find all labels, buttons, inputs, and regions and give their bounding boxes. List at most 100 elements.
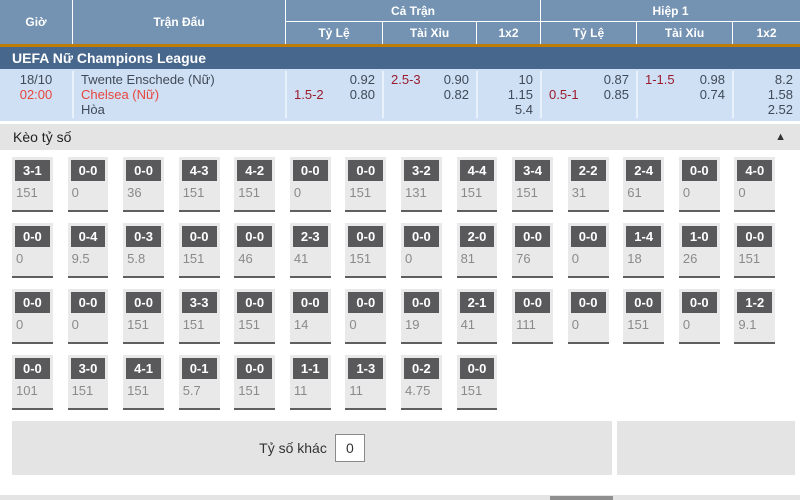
score-odds-cell[interactable]: 0-00 (12, 223, 53, 278)
score-odds-cell[interactable]: 3-1151 (12, 157, 53, 212)
league-row[interactable]: UEFA Nữ Champions League (0, 47, 800, 69)
scrollbar-thumb[interactable] (550, 496, 613, 500)
half-handicap-away-odds[interactable]: 0.85 (604, 87, 629, 102)
score-odds-cell[interactable]: 0-49.5 (68, 223, 109, 278)
score-odds-cell[interactable]: 0-036 (123, 157, 164, 212)
score-odds-cell[interactable]: 0-0151 (623, 289, 664, 344)
score-label: 0-0 (404, 292, 439, 313)
score-odds-cell[interactable]: 3-4151 (512, 157, 553, 212)
score-odds-cell[interactable]: 0-00 (679, 289, 720, 344)
score-label: 2-4 (626, 160, 661, 181)
half-1x2-home[interactable]: 8.2 (741, 72, 793, 87)
score-odds-cell[interactable]: 0-0151 (234, 355, 275, 410)
score-odds-cell[interactable]: 2-081 (457, 223, 498, 278)
score-odds-cell[interactable]: 0-0151 (457, 355, 498, 410)
score-row: 3-1151 0-00 0-036 4-3151 4-2151 0-00 0-0151 3-2… (12, 157, 790, 212)
score-odds-cell[interactable]: 0-35.8 (123, 223, 164, 278)
score-odds-cell[interactable]: 0-0151 (179, 223, 220, 278)
score-odds-cell[interactable]: 0-014 (290, 289, 331, 344)
score-odds-cell[interactable]: 3-2131 (401, 157, 442, 212)
score-odds-cell[interactable]: 2-461 (623, 157, 664, 212)
score-cell-slot: 3-0151 (68, 355, 124, 410)
score-odds-cell[interactable]: 0-0151 (123, 289, 164, 344)
home-team[interactable]: Twente Enschede (Nữ) (81, 72, 278, 87)
score-cell-slot: 2-461 (623, 157, 679, 212)
score-odds-cell[interactable]: 1-29.1 (734, 289, 775, 344)
score-odds-cell[interactable]: 0-00 (68, 157, 109, 212)
score-odds-cell[interactable]: 0-046 (234, 223, 275, 278)
col-header-full-1x2: 1x2 (476, 22, 540, 44)
full-over-odds[interactable]: 0.90 (444, 72, 469, 87)
score-odds-cell[interactable]: 1-026 (679, 223, 720, 278)
score-odds-cell[interactable]: 0-00 (679, 157, 720, 212)
score-odds-cell[interactable]: 0-00 (68, 289, 109, 344)
score-odds-cell[interactable]: 1-418 (623, 223, 664, 278)
half-under-odds[interactable]: 0.74 (700, 87, 725, 102)
col-header-half-overunder: Tài Xỉu (636, 22, 732, 44)
score-odds-cell[interactable]: 1-311 (345, 355, 386, 410)
score-odds-cell[interactable]: 4-1151 (123, 355, 164, 410)
score-label: 4-4 (460, 160, 495, 181)
score-odds-cell[interactable]: 1-111 (290, 355, 331, 410)
col-header-full-match: Cả Trận (285, 0, 540, 22)
score-odds-cell[interactable]: 2-231 (568, 157, 609, 212)
full-handicap-line: 1.5-2 (294, 87, 324, 102)
score-odds-cell[interactable]: 0-00 (401, 223, 442, 278)
score-odds-cell[interactable]: 4-00 (734, 157, 775, 212)
score-odds-value: 19 (404, 313, 439, 332)
empty-grey-panel (617, 421, 795, 475)
full-1x2-away[interactable]: 1.15 (485, 87, 533, 102)
score-odds-cell[interactable]: 4-4151 (457, 157, 498, 212)
score-odds-cell[interactable]: 2-341 (290, 223, 331, 278)
score-odds-value: 5.8 (126, 247, 161, 266)
horizontal-scrollbar[interactable] (0, 495, 800, 500)
score-cell-slot: 0-0101 (12, 355, 68, 410)
score-odds-cell[interactable]: 0-076 (512, 223, 553, 278)
full-under-odds[interactable]: 0.82 (444, 87, 469, 102)
half-over-odds[interactable]: 0.98 (700, 72, 725, 87)
half-1x2-draw[interactable]: 2.52 (741, 102, 793, 117)
full-1x2-home[interactable]: 10 (485, 72, 533, 87)
score-label: 4-3 (182, 160, 217, 181)
collapse-arrow-icon[interactable]: ▲ (775, 131, 786, 143)
score-odds-cell[interactable]: 0-00 (290, 157, 331, 212)
full-1x2-draw[interactable]: 5.4 (485, 102, 533, 117)
score-odds-value: 131 (404, 181, 439, 200)
score-odds-cell[interactable]: 4-3151 (179, 157, 220, 212)
score-odds-value: 0 (737, 181, 772, 200)
score-odds-cell[interactable]: 0-00 (345, 289, 386, 344)
score-odds-value: 61 (626, 181, 661, 200)
score-odds-cell[interactable]: 0-00 (568, 289, 609, 344)
score-odds-cell[interactable]: 0-0151 (345, 223, 386, 278)
score-odds-cell[interactable]: 0-24.75 (401, 355, 442, 410)
score-odds-cell[interactable]: 3-3151 (179, 289, 220, 344)
score-odds-cell[interactable]: 0-019 (401, 289, 442, 344)
full-1x2-cell: 10 1.15 5.4 (476, 71, 540, 118)
score-cell-slot: 0-00 (68, 157, 124, 212)
score-odds-cell[interactable]: 0-0151 (734, 223, 775, 278)
score-odds-cell[interactable]: 0-0151 (234, 289, 275, 344)
score-odds-value: 11 (293, 379, 328, 398)
score-odds-cell[interactable]: 0-0111 (512, 289, 553, 344)
score-odds-cell[interactable]: 4-2151 (234, 157, 275, 212)
half-1x2-away[interactable]: 1.58 (741, 87, 793, 102)
score-label: 3-2 (404, 160, 439, 181)
correct-score-header[interactable]: Kèo tỷ số ▲ (0, 124, 800, 150)
score-odds-cell[interactable]: 0-15.7 (179, 355, 220, 410)
score-label: 0-0 (571, 226, 606, 247)
score-odds-cell[interactable]: 0-0151 (345, 157, 386, 212)
score-label: 0-0 (348, 226, 383, 247)
away-team[interactable]: Chelsea (Nữ) (81, 87, 278, 102)
full-handicap-home-odds[interactable]: 0.92 (350, 72, 375, 87)
full-handicap-away-odds[interactable]: 0.80 (350, 87, 375, 102)
score-odds-cell[interactable]: 0-00 (568, 223, 609, 278)
score-label: 0-0 (293, 292, 328, 313)
score-odds-cell[interactable]: 0-0101 (12, 355, 53, 410)
other-score-odds-box[interactable]: 0 (335, 434, 365, 462)
score-label: 2-3 (293, 226, 328, 247)
score-odds-cell[interactable]: 3-0151 (68, 355, 109, 410)
score-odds-cell[interactable]: 2-141 (457, 289, 498, 344)
score-odds-cell[interactable]: 0-00 (12, 289, 53, 344)
half-handicap-home-odds[interactable]: 0.87 (604, 72, 629, 87)
score-label: 0-0 (737, 226, 772, 247)
